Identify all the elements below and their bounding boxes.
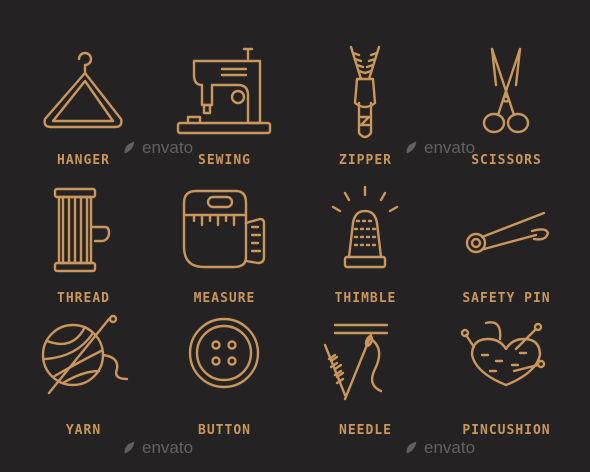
cell-measure: MEASURE bbox=[151, 183, 298, 323]
icon-label: THIMBLE bbox=[334, 291, 397, 306]
envato-leaf-icon bbox=[124, 441, 135, 454]
cell-yarn: YARN bbox=[10, 314, 157, 455]
watermark-text: envato bbox=[142, 438, 194, 457]
yarn-ball-icon bbox=[41, 314, 129, 395]
icon-label: NEEDLE bbox=[339, 423, 392, 438]
icon-label: BUTTON bbox=[198, 423, 251, 438]
cell-safety-pin: SAFETY PIN bbox=[433, 183, 580, 323]
hanger-icon bbox=[43, 51, 123, 129]
cell-button: BUTTON bbox=[151, 315, 298, 455]
watermark: envato bbox=[404, 438, 475, 458]
watermark-text: envato bbox=[424, 438, 476, 457]
cell-zipper: ZIPPER bbox=[292, 45, 439, 185]
scissors-icon bbox=[482, 47, 530, 134]
watermark-text: envato bbox=[424, 138, 476, 157]
icon-label: MEASURE bbox=[193, 291, 256, 306]
cell-hanger: HANGER bbox=[10, 45, 157, 185]
pincushion-icon bbox=[460, 321, 546, 387]
cell-needle: NEEDLE bbox=[292, 315, 439, 455]
cell-thimble: THIMBLE bbox=[292, 183, 439, 323]
envato-leaf-icon bbox=[406, 441, 417, 454]
icon-label: SAFETY PIN bbox=[462, 291, 551, 306]
watermark: envato bbox=[122, 438, 193, 458]
cell-scissors: SCISSORS bbox=[433, 45, 580, 185]
icon-label: PINCUSHION bbox=[462, 423, 551, 438]
sewing-machine-icon bbox=[176, 47, 272, 135]
watermark: envato bbox=[122, 138, 193, 158]
icon-grid: HANGER SEWING ZIPPER SCISSORS THREAD MEA… bbox=[0, 0, 590, 472]
needle-icon bbox=[323, 323, 389, 401]
cell-sewing: SEWING bbox=[151, 45, 298, 185]
icon-label: THREAD bbox=[57, 291, 110, 306]
measuring-tape-icon bbox=[182, 189, 266, 269]
button-icon bbox=[188, 317, 260, 389]
thimble-icon bbox=[331, 185, 399, 269]
cell-pincushion: PINCUSHION bbox=[433, 315, 580, 455]
zipper-icon bbox=[349, 45, 381, 139]
watermark-text: envato bbox=[142, 138, 194, 157]
envato-leaf-icon bbox=[406, 141, 417, 154]
thread-spool-icon bbox=[53, 187, 111, 273]
cell-thread: THREAD bbox=[10, 183, 157, 323]
envato-leaf-icon bbox=[124, 141, 135, 154]
icon-label: YARN bbox=[65, 423, 102, 438]
safety-pin-icon bbox=[465, 211, 550, 254]
watermark: envato bbox=[404, 138, 475, 158]
